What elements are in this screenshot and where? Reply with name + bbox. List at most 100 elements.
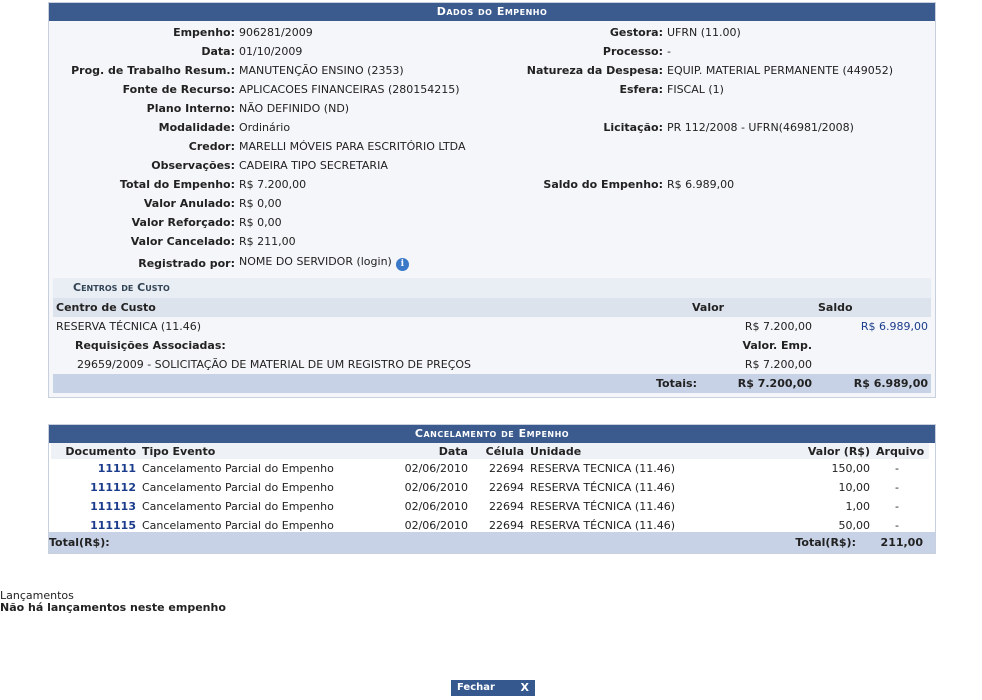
data-cell: 02/06/2010 [404,500,468,513]
table-row: 29659/2009 - SOLICITAÇÃO DE MATERIAL DE … [53,355,931,374]
valor-emp-label: Valor. Emp. [742,339,812,352]
processo-value: - [667,45,671,58]
gestora-label: Gestora: [609,26,663,39]
prog-trabalho-value: MANUTENÇÃO ENSINO (2353) [239,64,404,77]
table-row: 111113 Cancelamento Parcial do Empenho 0… [51,497,929,516]
requisicoes-label: Requisições Associadas: [75,339,226,352]
credor-value: MARELLI MÓVEIS PARA ESCRITÓRIO LTDA [239,140,466,153]
licitacao-value: PR 112/2008 - UFRN(46981/2008) [667,121,854,134]
unidade-cell: RESERVA TÉCNICA (11.46) [530,500,676,513]
cancelamento-table: Documento Tipo Evento Data Célula Unidad… [51,443,929,535]
valor-cell: 1,00 [845,500,871,513]
fechar-button[interactable]: Fechar X [451,680,535,696]
valor-header: Valor [689,298,815,317]
data-label: Data: [201,45,235,58]
celula-cell: 22694 [489,500,524,513]
saldo-empenho-label: Saldo do Empenho: [543,178,663,191]
data-header: Data [355,443,471,459]
lancamentos-message: Não há lançamentos neste empenho [0,601,226,614]
valor-cancelado-value: R$ 211,00 [239,235,296,248]
fechar-label: Fechar [457,682,495,693]
arquivo-cell: - [895,462,899,475]
footer-total-label: Total(R$): [735,532,862,553]
cancelamento-panel-title: Cancelamento de Empenho [49,425,935,443]
fonte-recurso-label: Fonte de Recurso: [122,83,235,96]
table-row: 11111 Cancelamento Parcial do Empenho 02… [51,459,929,478]
empenho-value: 906281/2009 [239,26,313,39]
natureza-value: EQUIP. MATERIAL PERMANENTE (449052) [667,64,894,77]
valor-cell: 150,00 [831,462,871,475]
celula-cell: 22694 [489,481,524,494]
empenho-info-table: Empenho: 906281/2009 Gestora: UFRN (11.00)… [49,23,893,275]
arquivo-cell: - [895,481,899,494]
centros-custo-title: Centros de Custo [53,278,931,298]
total-empenho-value: R$ 7.200,00 [239,178,307,191]
valor-cell: R$ 7.200,00 [744,320,812,333]
documento-link[interactable]: 111112 [51,478,139,497]
data-cell: 02/06/2010 [404,462,468,475]
table-row: Requisições Associadas: Valor. Emp. [53,336,931,355]
valor-cancelado-label: Valor Cancelado: [130,235,235,248]
requisicao-valor: R$ 7.200,00 [744,358,812,371]
plano-interno-value: NÃO DEFINIDO (ND) [239,102,350,115]
table-row: 111112 Cancelamento Parcial do Empenho 0… [51,478,929,497]
totais-valor: R$ 7.200,00 [689,374,815,393]
tipo-cell: Cancelamento Parcial do Empenho [142,481,334,494]
saldo-header: Saldo [815,298,931,317]
valor-header: Valor (R$) [787,443,873,459]
licitacao-label: Licitação: [603,121,663,134]
credor-label: Credor: [188,140,235,153]
valor-cell: 10,00 [838,481,871,494]
observacoes-label: Observações: [151,159,235,172]
valor-anulado-label: Valor Anulado: [143,197,235,210]
empenho-label: Empenho: [173,26,235,39]
valor-anulado-value: R$ 0,00 [239,197,282,210]
natureza-label: Natureza da Despesa: [526,64,663,77]
modalidade-label: Modalidade: [158,121,235,134]
centros-custo-table: Centro de Custo Valor Saldo RESERVA TÉCN… [53,298,931,393]
unidade-cell: RESERVA TECNICA (11.46) [530,462,676,475]
documento-link[interactable]: 111113 [51,497,139,516]
info-icon[interactable]: i [395,258,409,271]
esfera-value: FISCAL (1) [667,83,724,96]
unidade-cell: RESERVA TÉCNICA (11.46) [530,481,676,494]
centro-header: Centro de Custo [53,298,689,317]
totais-saldo: R$ 6.989,00 [815,374,931,393]
footer-total-value: 211,00 [862,532,935,553]
empenho-panel: Dados do Empenho Empenho: 906281/2009 Ges… [48,2,936,398]
celula-cell: 22694 [489,462,524,475]
tipo-cell: Cancelamento Parcial do Empenho [142,500,334,513]
arquivo-cell: - [895,500,899,513]
table-row: RESERVA TÉCNICA (11.46) R$ 7.200,00 R$ 6… [53,317,931,336]
prog-trabalho-label: Prog. de Trabalho Resum.: [71,64,235,77]
total-empenho-label: Total do Empenho: [119,178,235,191]
observacoes-value: CADEIRA TIPO SECRETARIA [239,159,388,172]
footer-total-left: Total(R$): [49,532,735,553]
registrado-por-value: NOME DO SERVIDOR (login) [239,255,392,268]
centros-custo-section: Centros de Custo Centro de Custo Valor S… [49,272,935,393]
saldo-empenho-value: R$ 6.989,00 [667,178,735,191]
unidade-header: Unidade [527,443,787,459]
centro-cell: RESERVA TÉCNICA (11.46) [56,320,202,333]
documento-header: Documento [51,443,139,459]
totais-label: Totais: [656,377,697,390]
modalidade-value: Ordinário [239,121,291,134]
cancelamento-footer: Total(R$): Total(R$): 211,00 [49,532,935,553]
totais-label-cell: Totais: [53,374,697,393]
esfera-label: Esfera: [619,83,663,96]
arquivo-header: Arquivo [873,443,929,459]
saldo-link[interactable]: R$ 6.989,00 [815,317,931,336]
tipo-header: Tipo Evento [139,443,355,459]
data-cell: 02/06/2010 [404,481,468,494]
valor-reforcado-value: R$ 0,00 [239,216,282,229]
cancelamento-panel: Cancelamento de Empenho Documento Tipo E… [48,424,936,554]
documento-link[interactable]: 11111 [51,459,139,478]
requisicao-item: 29659/2009 - SOLICITAÇÃO DE MATERIAL DE … [77,358,472,371]
gestora-value: UFRN (11.00) [667,26,741,39]
fonte-recurso-value: APLICACOES FINANCEIRAS (280154215) [239,83,460,96]
processo-label: Processo: [602,45,663,58]
totais-row: Totais: R$ 7.200,00 R$ 6.989,00 [53,374,931,393]
valor-reforcado-label: Valor Reforçado: [131,216,235,229]
data-value: 01/10/2009 [239,45,303,58]
tipo-cell: Cancelamento Parcial do Empenho [142,462,334,475]
